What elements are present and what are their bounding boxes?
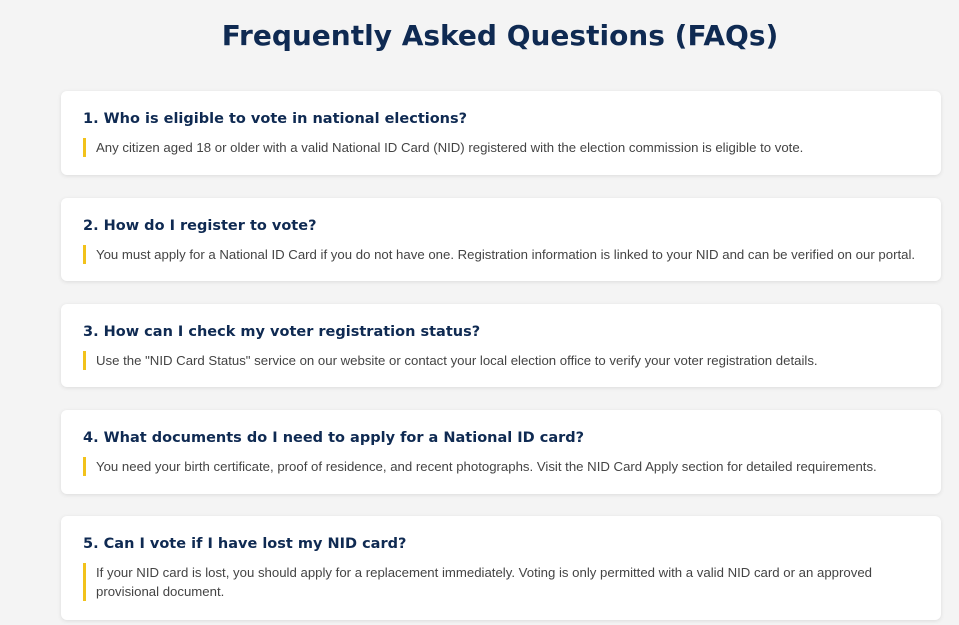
faq-answer: You must apply for a National ID Card if… xyxy=(83,245,919,264)
faq-answer: Any citizen aged 18 or older with a vali… xyxy=(83,138,919,157)
faq-answer: If your NID card is lost, you should app… xyxy=(83,563,919,601)
faq-item: 5. Can I vote if I have lost my NID card… xyxy=(61,516,941,620)
faq-answer: You need your birth certificate, proof o… xyxy=(83,457,919,476)
faq-question: 5. Can I vote if I have lost my NID card… xyxy=(83,536,407,552)
faq-item: 4. What documents do I need to apply for… xyxy=(61,410,941,494)
faq-question: 2. How do I register to vote? xyxy=(83,218,317,234)
faq-item: 1. Who is eligible to vote in national e… xyxy=(61,91,941,175)
faq-item: 2. How do I register to vote? You must a… xyxy=(61,198,941,281)
faq-answer: Use the "NID Card Status" service on our… xyxy=(83,351,919,370)
page-title: Frequently Asked Questions (FAQs) xyxy=(221,19,779,52)
faq-question: 1. Who is eligible to vote in national e… xyxy=(83,111,468,127)
faq-item: 3. How can I check my voter registration… xyxy=(61,304,941,387)
faq-question: 4. What documents do I need to apply for… xyxy=(83,430,585,446)
faq-question: 3. How can I check my voter registration… xyxy=(83,324,481,340)
